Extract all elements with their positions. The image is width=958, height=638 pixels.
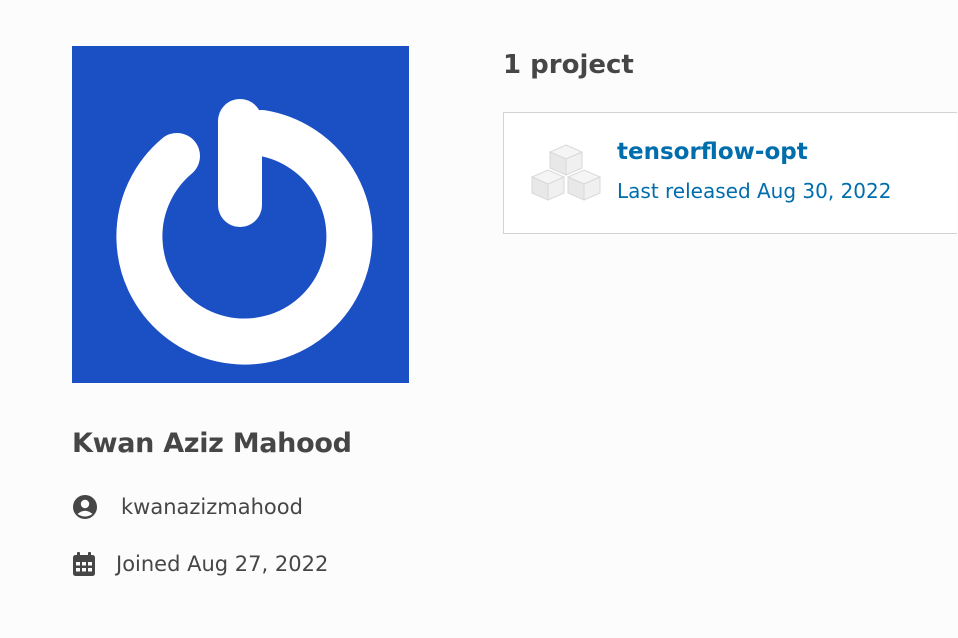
avatar: [72, 46, 409, 383]
calendar-icon: [72, 549, 102, 579]
user-circle-icon: [72, 492, 102, 522]
username-text: kwanazizmahood: [121, 495, 303, 519]
user-profile-page: Kwan Aziz Mahood kwanazizmahood Joined A…: [0, 0, 958, 638]
projects-count-heading: 1 project: [503, 50, 634, 80]
project-card[interactable]: tensorflow-opt Last released Aug 30, 202…: [503, 112, 957, 234]
joined-date-text: Joined Aug 27, 2022: [116, 552, 329, 576]
package-boxes-icon: [530, 143, 602, 207]
power-logo-icon: [116, 99, 373, 365]
joined-row: Joined Aug 27, 2022: [72, 549, 328, 579]
user-full-name: Kwan Aziz Mahood: [72, 428, 352, 459]
username-row: kwanazizmahood: [72, 492, 303, 522]
project-released-text: Last released Aug 30, 2022: [617, 179, 892, 203]
project-name-link[interactable]: tensorflow-opt: [617, 139, 808, 165]
